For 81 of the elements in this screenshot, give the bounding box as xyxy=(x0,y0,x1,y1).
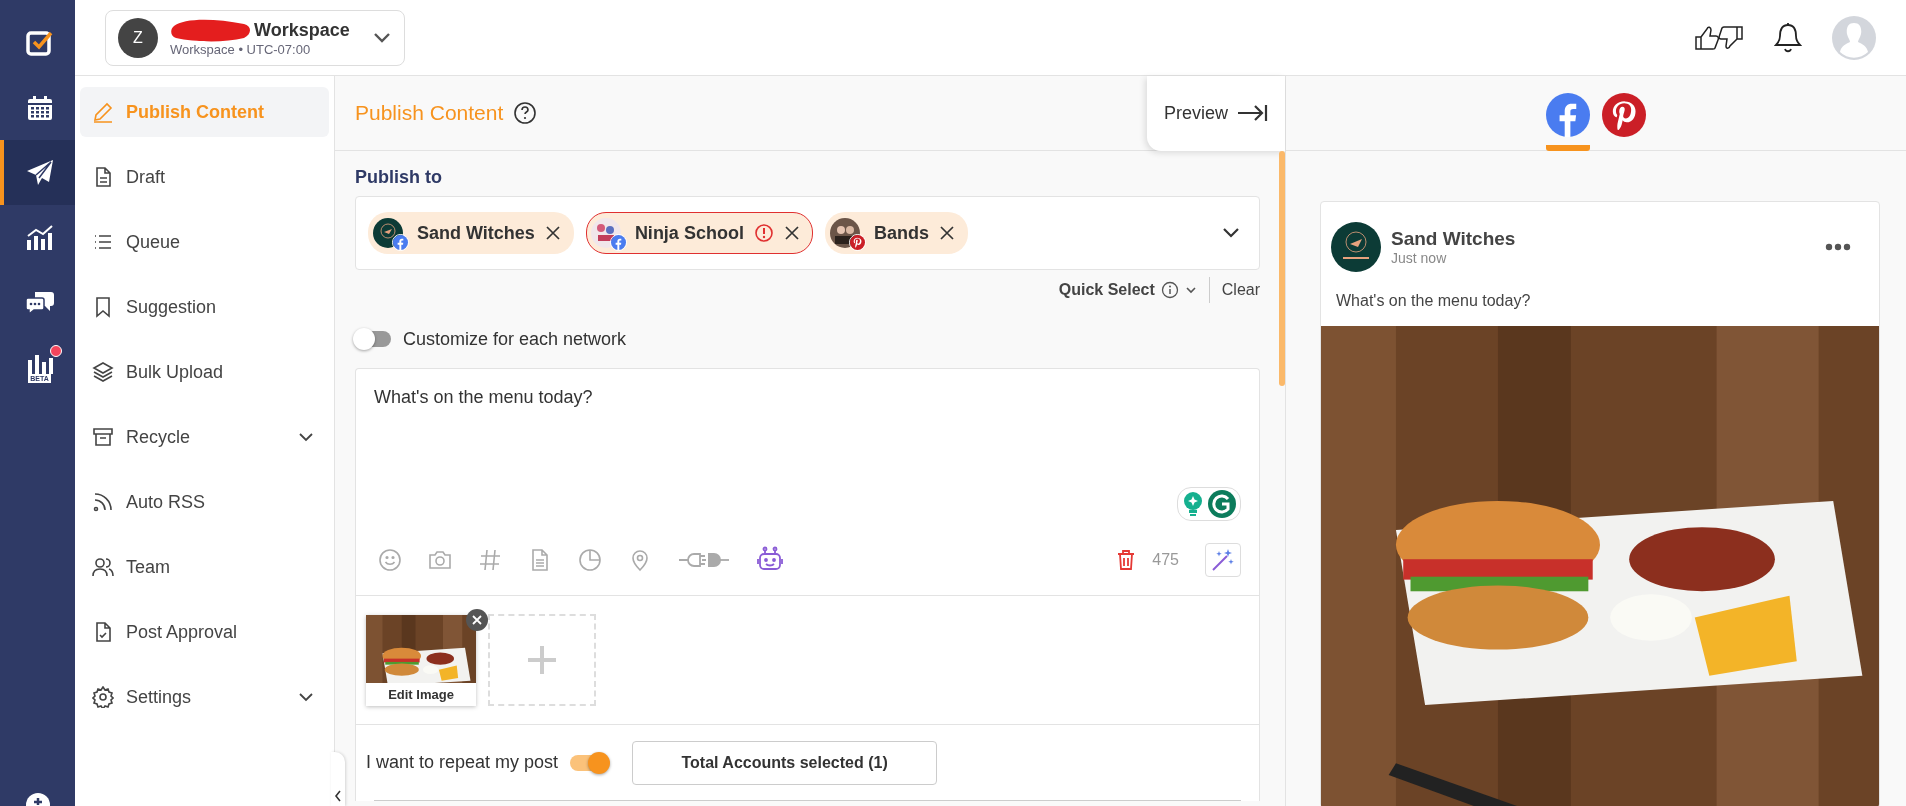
sidebar-item[interactable]: Post Approval xyxy=(80,607,329,657)
account-name: Ninja School xyxy=(634,222,744,244)
close-icon[interactable] xyxy=(544,225,561,241)
workspace-name: Workspace xyxy=(254,19,350,41)
plus-icon xyxy=(526,644,558,676)
archive-box-icon xyxy=(92,426,114,448)
sidebar-item[interactable]: Suggestion xyxy=(80,282,329,332)
workspace-selector[interactable]: Z Workspace Workspace • UTC-07:00 xyxy=(105,9,405,66)
post-text: What's on the menu today? xyxy=(1335,291,1532,311)
collapse-button[interactable] xyxy=(331,752,345,806)
nav-rail-button[interactable] xyxy=(0,140,75,205)
bell-icon xyxy=(1774,21,1802,54)
image-thumbnail[interactable]: Edit Image xyxy=(366,614,476,706)
post-text-field[interactable]: What's on the menu today? xyxy=(356,369,1259,525)
close-icon[interactable] xyxy=(466,608,488,631)
total-accounts-button[interactable]: Total Accounts selected (1) xyxy=(632,740,938,785)
character-count: 475 xyxy=(1152,551,1179,569)
repeat-label: I want to repeat my post xyxy=(366,752,559,773)
add-button[interactable] xyxy=(24,792,51,806)
scrollbar-thumb[interactable] xyxy=(1279,151,1285,386)
close-icon[interactable] xyxy=(783,225,800,241)
notification-dot xyxy=(49,345,62,357)
account-chip[interactable]: Ninja School xyxy=(585,212,813,254)
account-chip[interactable]: Sand Witches xyxy=(368,212,574,254)
rss-icon xyxy=(92,491,114,513)
magic-wand-icon xyxy=(1210,547,1236,573)
section-label: Publish to xyxy=(355,167,443,188)
account-name: Bands xyxy=(873,222,929,244)
workspace-subtitle: Workspace • UTC-07:00 xyxy=(170,42,312,57)
sidebar-item[interactable]: Team xyxy=(80,542,329,592)
account-name: Sand Witches xyxy=(417,222,535,244)
sidebar-item[interactable]: Settings xyxy=(80,672,329,722)
account-chip[interactable]: Bands xyxy=(824,212,968,254)
sidebar-item[interactable]: Draft xyxy=(80,152,329,202)
arrow-to-right-icon xyxy=(1236,103,1268,123)
notifications-button[interactable] xyxy=(1774,21,1802,54)
warning-icon xyxy=(753,223,774,243)
author-name: Sand Witches xyxy=(1391,228,1516,250)
layers-icon xyxy=(92,361,114,383)
edit-image-label: Edit Image xyxy=(387,685,455,704)
page-title: Publish Content xyxy=(355,101,504,125)
chevron-left-icon xyxy=(334,790,342,802)
post-time: Just now xyxy=(1391,250,1448,266)
people-icon xyxy=(92,556,114,578)
toggle-switch[interactable] xyxy=(570,754,607,771)
chevron-down-icon xyxy=(298,692,314,702)
magic-wand-button[interactable] xyxy=(1205,543,1241,577)
pencil-icon xyxy=(92,101,114,123)
writing-assistant-widget[interactable] xyxy=(1177,487,1241,521)
info-icon xyxy=(1160,281,1179,299)
ring-icon xyxy=(1208,490,1236,518)
facebook-icon xyxy=(1546,93,1590,137)
clear-button[interactable]: Clear xyxy=(1221,281,1260,299)
trash-icon[interactable] xyxy=(1116,549,1137,571)
workspace-avatar: Z xyxy=(118,17,158,58)
more-icon[interactable] xyxy=(1825,243,1851,251)
pinterest-icon xyxy=(849,235,865,250)
close-icon[interactable] xyxy=(938,225,955,241)
account-selector[interactable]: Sand Witches Ninja School Bands xyxy=(355,196,1260,270)
gear-icon xyxy=(92,686,114,708)
sidebar-item[interactable]: Recycle xyxy=(80,412,329,462)
sidebar-item[interactable]: Queue xyxy=(80,217,329,267)
network-tab[interactable] xyxy=(1546,93,1590,151)
chevron-down-icon xyxy=(1221,227,1241,239)
toggle-switch[interactable] xyxy=(355,331,391,347)
bar-chart-icon xyxy=(24,223,55,252)
logo-avatar xyxy=(1331,222,1381,272)
chevron-down-icon xyxy=(372,31,392,44)
chevron-down-icon xyxy=(298,432,314,442)
facebook-icon xyxy=(610,235,626,250)
chevron-down-icon xyxy=(1184,286,1197,294)
facebook-icon xyxy=(393,235,408,250)
sidebar-item[interactable]: Bulk Upload xyxy=(80,347,329,397)
pinterest-icon xyxy=(1602,93,1646,137)
calendar-icon xyxy=(25,93,54,122)
lightbulb-icon xyxy=(1182,491,1204,517)
sidebar-item[interactable]: Auto RSS xyxy=(80,477,329,527)
help-icon[interactable] xyxy=(513,101,538,125)
preview-button[interactable]: Preview xyxy=(1147,75,1285,151)
toggle-label: Customize for each network xyxy=(403,328,627,350)
quick-select-button[interactable]: Quick Select xyxy=(1058,281,1197,299)
